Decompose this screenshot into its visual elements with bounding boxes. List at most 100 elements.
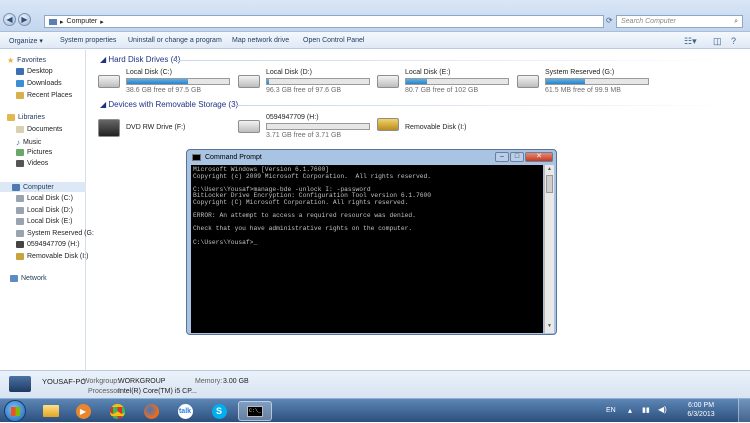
sidebar-label: Local Disk (C:) (27, 195, 73, 202)
sidebar-item-system-reserved[interactable]: System Reserved (G: (16, 230, 94, 237)
star-icon: ★ (7, 56, 15, 65)
sidebar-item-libraries[interactable]: Libraries (7, 114, 45, 121)
sidebar-item-favorites[interactable]: ★ Favorites (7, 56, 46, 65)
sidebar-item-videos[interactable]: Videos (16, 160, 48, 167)
memory-value: 3.00 GB (223, 378, 249, 385)
clock-time: 6:00 PM (687, 402, 715, 409)
lock-drive-icon (16, 253, 24, 260)
sidebar-item-pictures[interactable]: Pictures (16, 149, 52, 156)
drive-icon (377, 75, 399, 88)
forward-button[interactable]: ▶ (18, 13, 31, 26)
address-box[interactable]: ▸ Computer ▸ (44, 15, 604, 28)
breadcrumb-arrow-icon: ▸ (100, 18, 104, 26)
drive-usage-bar (545, 78, 649, 85)
minimize-button[interactable]: – (495, 152, 509, 162)
workgroup-value: WORKGROUP (118, 378, 166, 385)
back-button[interactable]: ◀ (3, 13, 16, 26)
scroll-up-icon[interactable]: ▲ (546, 166, 553, 173)
sidebar-item-removable-i[interactable]: Removable Disk (I:) (16, 253, 88, 260)
taskbar-explorer-button[interactable] (36, 401, 66, 421)
search-placeholder: Search Computer (621, 18, 676, 25)
sidebar-label: Documents (27, 126, 63, 133)
organize-button[interactable]: Organize ▾ (9, 37, 43, 45)
drive-icon (16, 230, 24, 237)
sidebar-label: Downloads (27, 80, 62, 87)
details-pane: YOUSAF-PC Workgroup: WORKGROUP Memory: 3… (0, 370, 750, 398)
breadcrumb-computer[interactable]: Computer (67, 18, 98, 25)
drive-free-space: 96.3 GB free of 97.6 GB (266, 87, 342, 94)
search-input[interactable]: Search Computer ⌕ (616, 15, 743, 28)
scroll-down-icon[interactable]: ▼ (546, 323, 553, 330)
cmd-output[interactable]: Microsoft Windows [Version 6.1.7600] Cop… (191, 165, 543, 333)
sidebar-label: Network (21, 275, 47, 282)
sidebar-label: Local Disk (E:) (27, 218, 73, 225)
sidebar-item-computer[interactable]: Computer (0, 182, 86, 192)
system-properties-button[interactable]: System properties (60, 37, 116, 44)
taskbar-media-player-button[interactable]: ▶ (68, 401, 98, 421)
preview-pane-icon[interactable]: ◫ (713, 36, 722, 47)
sidebar-label: Favorites (17, 57, 46, 64)
sidebar-label: Desktop (27, 68, 53, 75)
sidebar-label: Local Disk (D:) (27, 207, 73, 214)
drive-usage-bar (405, 78, 509, 85)
show-desktop-button[interactable] (738, 399, 750, 423)
pictures-icon (16, 149, 24, 156)
firefox-icon (143, 403, 159, 419)
talk-icon: talk (177, 403, 193, 419)
tray-show-hidden-icon[interactable]: ▴ (628, 406, 632, 415)
taskbar-gtalk-button[interactable]: talk (170, 401, 200, 421)
downloads-icon (16, 80, 24, 87)
cmd-title: Command Prompt (205, 154, 262, 161)
network-tray-icon[interactable]: ▮▮ (642, 406, 650, 414)
scroll-thumb[interactable] (546, 175, 553, 193)
sidebar-item-music[interactable]: ♪ Music (16, 138, 41, 147)
sidebar-item-documents[interactable]: Documents (16, 126, 62, 133)
volume-icon[interactable]: ◀) (658, 405, 667, 414)
hard-disk-section-heading[interactable]: ◢ Hard Disk Drives (4) (100, 55, 180, 64)
uninstall-program-button[interactable]: Uninstall or change a program (128, 37, 222, 44)
refresh-icon[interactable]: ⟳ (606, 16, 613, 25)
sidebar-item-recent-places[interactable]: Recent Places (16, 92, 72, 99)
drive-name: System Reserved (G:) (545, 69, 615, 76)
removable-section-heading[interactable]: ◢ Devices with Removable Storage (3) (100, 100, 238, 109)
drive-icon (517, 75, 539, 88)
cmd-scrollbar[interactable]: ▲ ▼ (544, 165, 554, 333)
view-options-icon[interactable]: ☷▾ (684, 36, 697, 47)
taskbar-cmd-button[interactable]: C:\_ (238, 401, 272, 421)
start-button[interactable] (4, 400, 26, 422)
sidebar-label: Recent Places (27, 92, 73, 99)
close-button[interactable]: ✕ (525, 152, 553, 162)
drive-icon (16, 195, 24, 202)
sidebar-item-local-disk-d[interactable]: Local Disk (D:) (16, 207, 73, 214)
sidebar-item-network[interactable]: Network (10, 275, 47, 282)
videos-icon (16, 160, 24, 167)
sidebar-item-local-disk-e[interactable]: Local Disk (E:) (16, 218, 73, 225)
sidebar-label: Videos (27, 160, 49, 167)
taskbar-firefox-button[interactable] (136, 401, 166, 421)
recent-places-icon (16, 92, 24, 99)
help-icon[interactable]: ? (731, 36, 736, 46)
command-prompt-window[interactable]: Command Prompt – □ ✕ Microsoft Windows [… (186, 149, 557, 335)
maximize-button[interactable]: □ (510, 152, 524, 162)
language-indicator[interactable]: EN (606, 407, 616, 414)
drive-usage-bar (266, 78, 370, 85)
sidebar-item-desktop[interactable]: Desktop (16, 68, 53, 75)
section-divider (236, 105, 736, 106)
taskbar: ▶ talk S C:\_ EN ▴ ▮▮ ◀) 6:00 PM 6/3/201… (0, 398, 750, 423)
drive-free-space: 80.7 GB free of 102 GB (405, 87, 479, 94)
sidebar-item-usb-h[interactable]: 0594947709 (H:) (16, 241, 80, 248)
sidebar-item-downloads[interactable]: Downloads (16, 80, 62, 87)
media-player-icon: ▶ (75, 403, 91, 419)
map-network-drive-button[interactable]: Map network drive (232, 37, 289, 44)
taskbar-chrome-button[interactable] (102, 401, 132, 421)
drive-icon (238, 120, 260, 133)
taskbar-skype-button[interactable]: S (204, 401, 234, 421)
sidebar-label: 0594947709 (H:) (27, 241, 80, 248)
workgroup-label: Workgroup: (83, 378, 120, 385)
drive-icon (16, 207, 24, 214)
open-control-panel-button[interactable]: Open Control Panel (303, 37, 364, 44)
sidebar-item-local-disk-c[interactable]: Local Disk (C:) (16, 195, 73, 202)
clock[interactable]: 6:00 PM 6/3/2013 (674, 402, 728, 418)
drive-free-space: 38.6 GB free of 97.5 GB (126, 87, 202, 94)
drive-name: 0594947709 (H:) (266, 114, 319, 121)
